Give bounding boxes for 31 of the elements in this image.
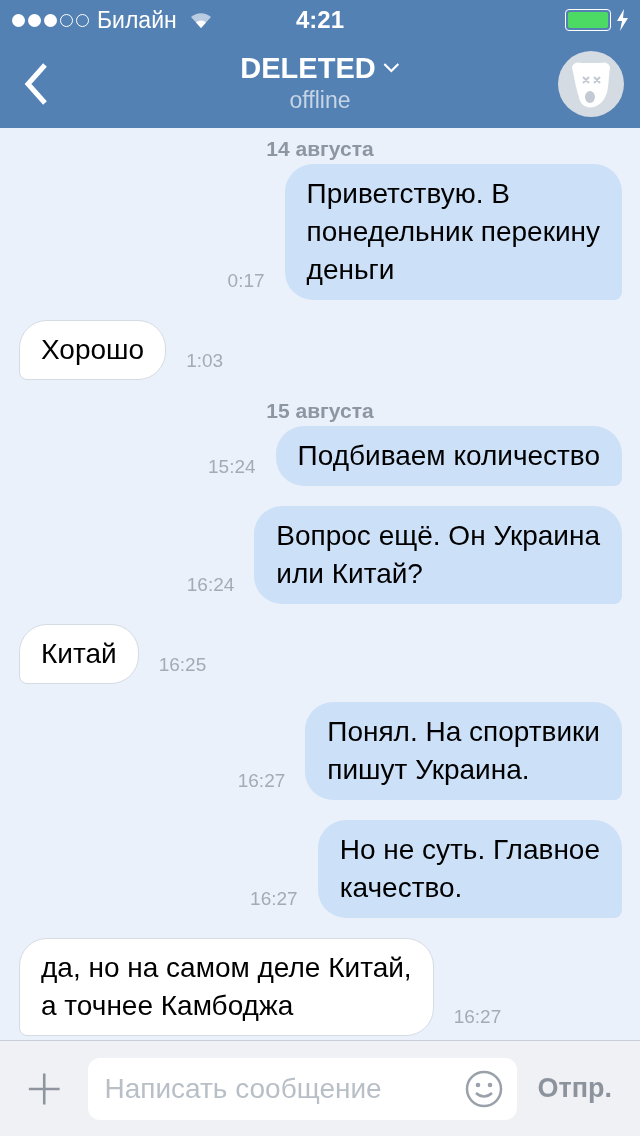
message-field[interactable]: Написать сообщение xyxy=(88,1057,518,1120)
battery-icon xyxy=(565,9,611,31)
message-input[interactable]: Написать сообщение xyxy=(104,1067,466,1110)
wifi-icon xyxy=(188,11,213,29)
message-bubble: да, но на самом деле Китай, а точнее Камбоджа xyxy=(19,938,434,1036)
message-time: 1:03 xyxy=(186,350,224,372)
message-bubble: Китай xyxy=(19,624,139,684)
chevron-down-icon xyxy=(383,63,400,73)
clock: 4:21 xyxy=(296,5,344,35)
contact-name[interactable]: DELETED xyxy=(240,50,376,86)
message-time: 16:27 xyxy=(453,1006,502,1028)
avatar-icon[interactable] xyxy=(558,51,624,117)
message-time: 16:25 xyxy=(158,654,207,676)
message-time: 16:27 xyxy=(250,888,298,910)
message-bubble: Но не суть. Главное качество. xyxy=(317,820,622,918)
message-time: 16:27 xyxy=(237,770,286,792)
contact-status: offline xyxy=(289,86,351,114)
message-bubble: Хорошо xyxy=(19,320,167,380)
message-bubble: Понял. На спортвики пишут Украина. xyxy=(305,702,622,800)
message-time: 15:24 xyxy=(208,456,256,478)
date-label: 15 августа xyxy=(266,398,374,424)
message-bubble: Приветствую. В понедельник перекину деньги xyxy=(284,164,622,300)
send-button[interactable]: Отпр. xyxy=(537,1068,612,1109)
message-bubble: Вопрос ещё. Он Украина или Китай? xyxy=(254,506,622,604)
date-label: 14 августа xyxy=(266,136,374,162)
back-icon xyxy=(23,62,49,106)
message-time: 16:24 xyxy=(186,574,235,596)
message-bubble: Подбиваем количество xyxy=(275,426,622,486)
smiley-icon[interactable] xyxy=(465,1069,504,1108)
carrier-name: Билайн xyxy=(97,5,177,35)
message-time: 0:17 xyxy=(227,270,265,292)
